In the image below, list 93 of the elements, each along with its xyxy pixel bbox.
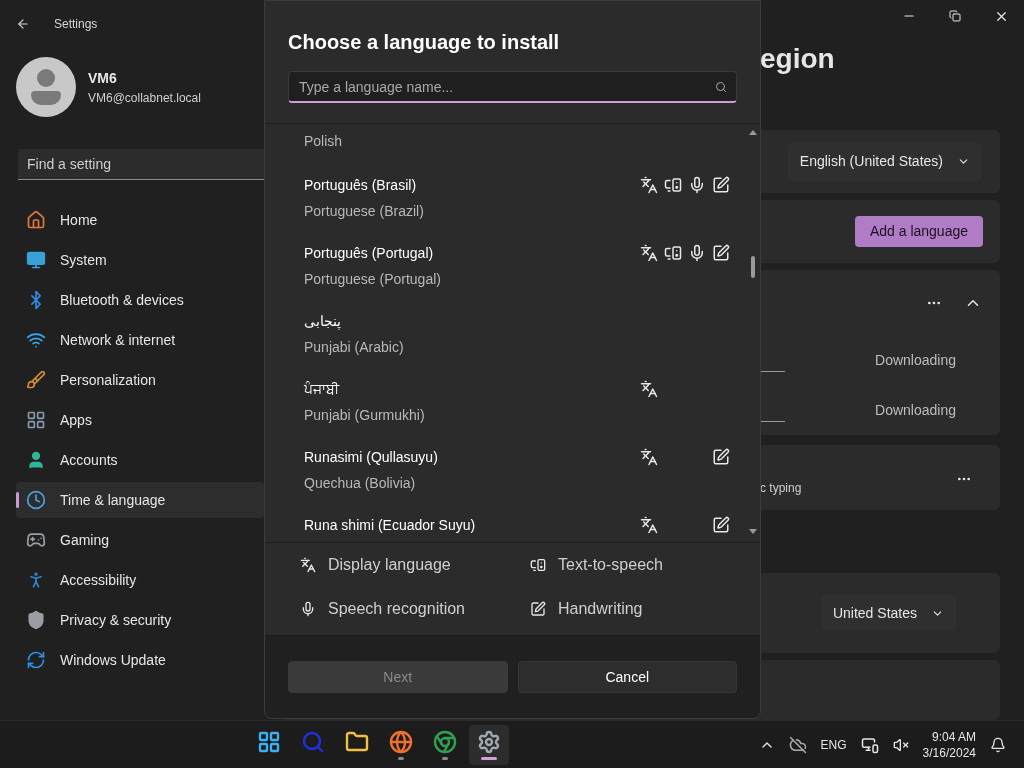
language-item[interactable]: Runa shimi (Ecuador Suyu) (265, 505, 730, 542)
legend-label: Display language (328, 555, 451, 575)
window-title: Settings (54, 16, 98, 33)
native-language-name: ਪੰਜਾਬੀ (304, 380, 341, 399)
pen-square-icon (712, 448, 730, 466)
language-item[interactable]: Polish (265, 124, 730, 165)
user-email: VM6@collabnet.local (88, 89, 201, 107)
microphone-icon (688, 244, 706, 262)
nav-item[interactable]: Network & internet (16, 322, 264, 358)
clock[interactable]: 9:04 AM 3/16/2024 (922, 728, 976, 761)
home-icon (26, 210, 46, 230)
legend-label: Text-to-speech (558, 555, 663, 575)
english-language-name: Punjabi (Arabic) (304, 338, 404, 357)
status-text: Downloading (875, 350, 956, 370)
pen-square-icon (530, 601, 546, 617)
nav-item[interactable]: Accessibility (16, 562, 264, 598)
scrollbar[interactable] (749, 130, 757, 534)
pen-square-icon (712, 516, 730, 534)
language-search-field[interactable]: Type a language name... (288, 71, 737, 103)
status-text: Downloading (875, 400, 956, 420)
nav-item[interactable]: Apps (16, 402, 264, 438)
nav-item[interactable]: Bluetooth & devices (16, 282, 264, 318)
cloud-off-icon[interactable] (788, 735, 807, 754)
language-indicator[interactable]: ENG (820, 735, 847, 754)
native-language-name: Runasimi (Qullasuyu) (304, 448, 438, 467)
monitor-icon (530, 557, 546, 573)
english-language-name: Quechua (Bolivia) (304, 474, 417, 493)
language-icon (640, 176, 658, 194)
wifi-icon (26, 330, 46, 350)
native-language-name: پنجابی (304, 312, 342, 332)
pen-square-icon (712, 244, 730, 262)
taskbar-app[interactable] (469, 724, 510, 765)
add-language-button[interactable]: Add a language (854, 216, 983, 247)
gamepad-icon (26, 530, 46, 550)
nav-item[interactable]: Windows Update (16, 642, 264, 678)
shield-icon (26, 610, 46, 630)
nav-item[interactable]: Accounts (16, 442, 264, 478)
dropdown-value: United States (832, 603, 917, 623)
avatar (16, 57, 76, 117)
native-language-name: Português (Brasil) (304, 176, 418, 195)
native-language-name: Português (Portugal) (304, 244, 435, 263)
english-language-name: Polish (304, 132, 343, 151)
search-icon (715, 81, 727, 93)
language-icon (300, 557, 316, 573)
english-language-name: Portuguese (Brazil) (304, 202, 424, 221)
dropdown-value: English (United States) (799, 152, 943, 171)
search-icon (301, 729, 326, 754)
bell-icon[interactable] (990, 736, 1006, 753)
english-language-name: Portuguese (Portugal) (304, 270, 441, 289)
nav-item[interactable]: Home (16, 202, 264, 238)
language-item[interactable]: Runasimi (Qullasuyu) Quechua (Bolivia) (265, 437, 730, 505)
legend-label: Handwriting (558, 599, 643, 619)
language-icon (640, 244, 658, 262)
page-title: egion (760, 41, 835, 76)
dialog-title: Choose a language to install (288, 30, 561, 55)
region-dropdown[interactable]: United States (820, 595, 956, 631)
user-name: VM6 (88, 68, 118, 88)
person-icon (26, 450, 46, 470)
native-language-name: Runa shimi (Ecuador Suyu) (304, 516, 476, 535)
globe-icon (389, 729, 414, 754)
network-icon[interactable] (860, 735, 879, 754)
brush-icon (26, 370, 46, 390)
monitor-icon (664, 176, 682, 194)
language-item[interactable]: Português (Portugal) Portuguese (Portugal) (265, 233, 730, 301)
microphone-icon (300, 601, 316, 617)
language-item[interactable]: ਪੰਜਾਬੀ Punjabi (Gurmukhi) (265, 369, 730, 437)
clock-icon (26, 490, 46, 510)
language-item[interactable]: Português (Brasil) Portuguese (Brazil) (265, 165, 730, 233)
language-icon (640, 380, 658, 398)
language-icon (640, 448, 658, 466)
settings-icon (477, 729, 502, 754)
chrome-logo-icon (433, 729, 458, 754)
refresh-icon (26, 650, 46, 670)
folder-icon (345, 729, 370, 754)
restore-icon[interactable] (949, 10, 961, 22)
windows-logo-icon (257, 729, 282, 754)
nav-item[interactable]: Personalization (16, 362, 264, 398)
pen-square-icon (712, 176, 730, 194)
nav-item[interactable]: System (16, 242, 264, 278)
english-language-name: Punjabi (Gurmukhi) (304, 406, 425, 425)
nav-item[interactable]: Time & language (16, 482, 264, 518)
grid-icon (26, 410, 46, 430)
cancel-button[interactable]: Cancel (517, 661, 737, 693)
description-text: c typing (760, 480, 802, 497)
language-dropdown[interactable]: English (United States) (787, 142, 982, 181)
speaker-muted-icon[interactable] (892, 736, 909, 753)
legend-label: Speech recognition (328, 599, 465, 619)
monitor-icon (26, 250, 46, 270)
microphone-icon (688, 176, 706, 194)
monitor-icon (664, 244, 682, 262)
nav-item[interactable]: Privacy & security (16, 602, 264, 638)
nav-item[interactable]: Gaming (16, 522, 264, 558)
language-icon (640, 516, 658, 534)
